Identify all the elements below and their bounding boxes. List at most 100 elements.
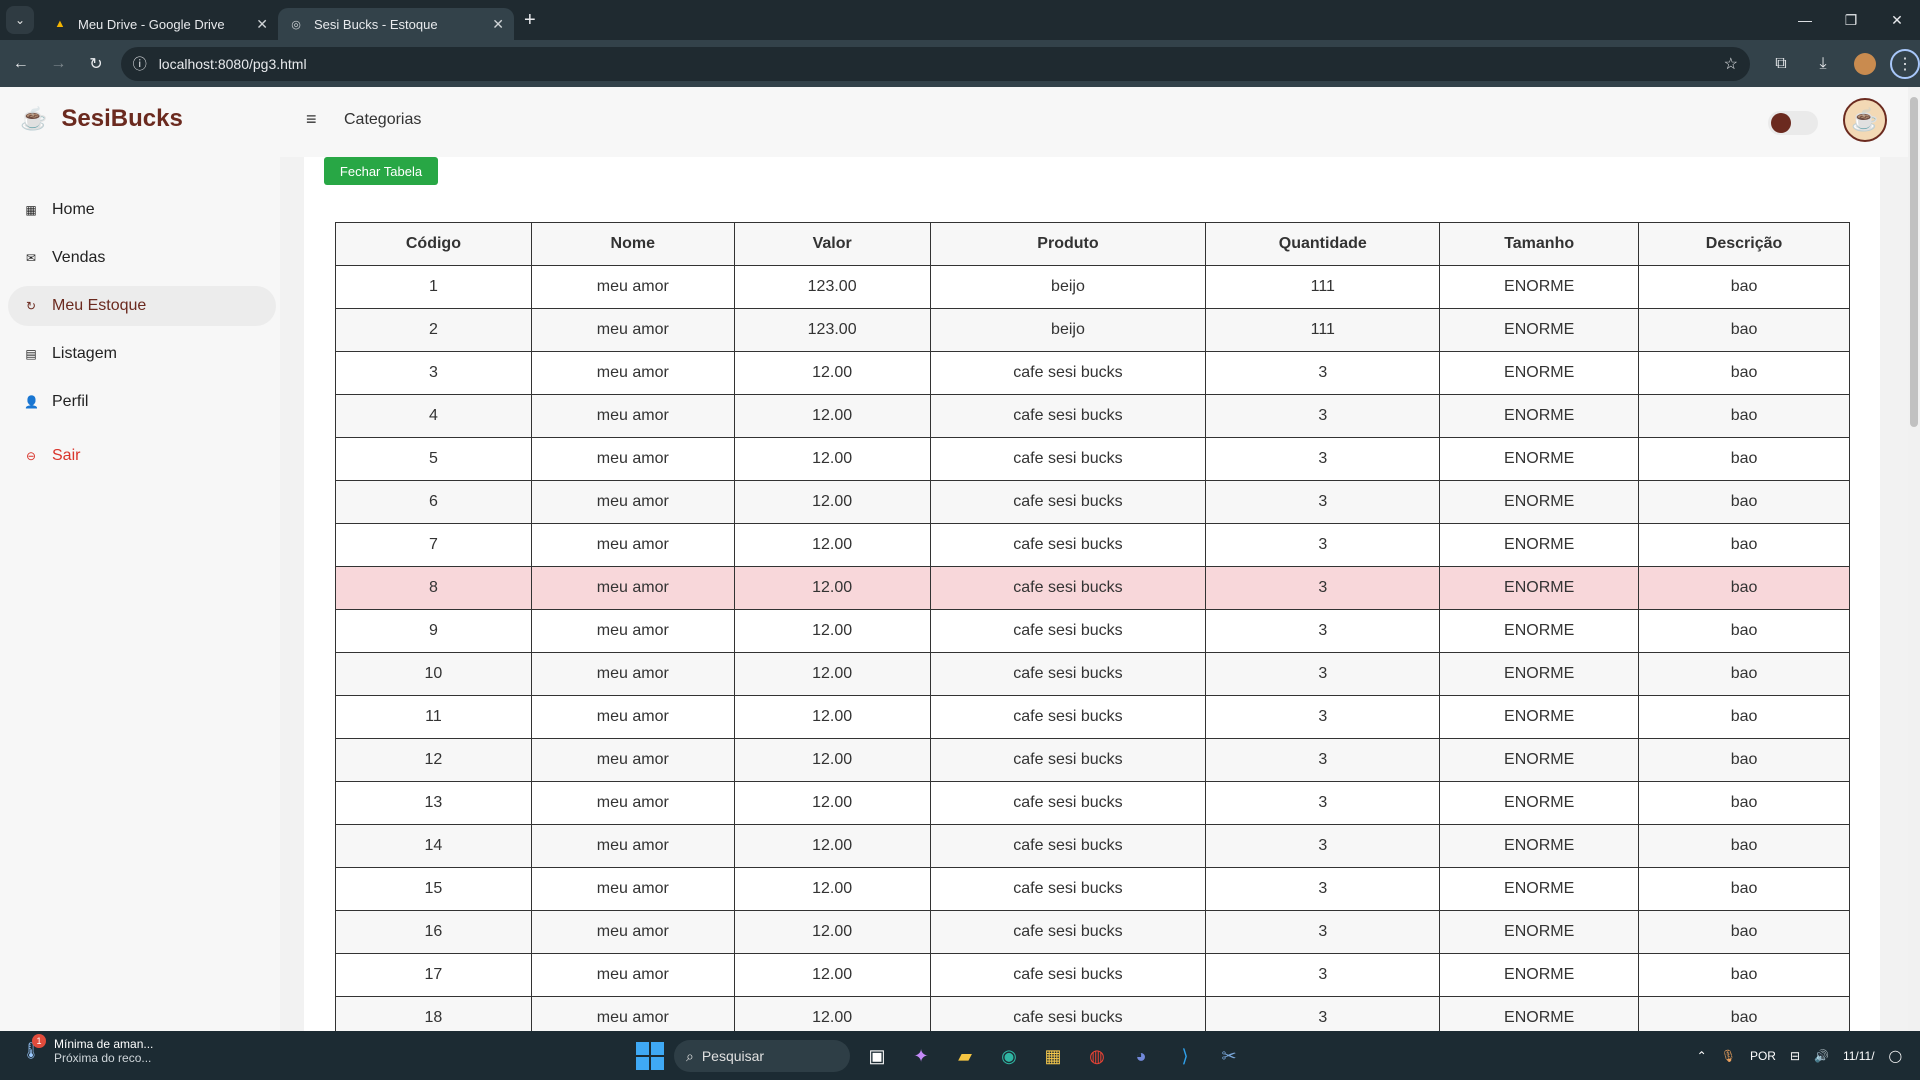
table-row[interactable]: 13 meu amor 12.00 cafe sesi bucks 3 ENORME bao — [335, 781, 1850, 825]
clock[interactable]: 11/11/ — [1843, 1048, 1875, 1064]
snipping-tool-icon[interactable]: ✂ — [1212, 1039, 1246, 1073]
store-icon[interactable]: ▦ — [1036, 1039, 1070, 1073]
page-scrollbar[interactable] — [1908, 87, 1920, 1031]
tab-sesi-bucks[interactable]: ◎ Sesi Bucks - Estoque ✕ — [278, 8, 514, 40]
table-row[interactable]: 7 meu amor 12.00 cafe sesi bucks 3 ENORME bao — [335, 523, 1850, 567]
sidebar-item-vendas[interactable]: ✉ Vendas — [8, 238, 276, 278]
windows-start-icon[interactable] — [636, 1042, 664, 1070]
discord-icon[interactable]: ◕ — [1124, 1039, 1158, 1073]
table-cell: 7 — [335, 523, 532, 567]
table-cell: ENORME — [1439, 695, 1640, 739]
table-row[interactable]: 11 meu amor 12.00 cafe sesi bucks 3 ENORME bao — [335, 695, 1850, 739]
sidebar-item-label: Listagem — [52, 345, 117, 362]
edge-icon[interactable]: ◉ — [992, 1039, 1026, 1073]
close-table-button[interactable]: Fechar Tabela — [324, 157, 438, 185]
avatar[interactable]: ☕ — [1843, 98, 1887, 142]
notification-badge: 1 — [32, 1034, 46, 1048]
sidebar-item-perfil[interactable]: 👤 Perfil — [8, 382, 276, 422]
language-indicator[interactable]: POR — [1750, 1049, 1776, 1063]
sidebar-item-listagem[interactable]: ▤ Listagem — [8, 334, 276, 374]
profile-avatar[interactable] — [1848, 47, 1882, 81]
table-cell: 3 — [1205, 437, 1441, 481]
table-cell: meu amor — [530, 351, 735, 395]
table-row[interactable]: 12 meu amor 12.00 cafe sesi bucks 3 ENORME bao — [335, 738, 1850, 782]
site-info-icon[interactable]: ⓘ — [133, 54, 147, 74]
sidebar-item-label: Meu Estoque — [52, 297, 147, 314]
taskbar-search[interactable]: ⌕ Pesquisar — [674, 1040, 850, 1072]
minimize-icon[interactable]: — — [1782, 0, 1828, 40]
table-cell: bao — [1638, 781, 1850, 825]
hamburger-menu-icon[interactable]: ≡ — [306, 109, 317, 130]
table-cell: bao — [1638, 996, 1850, 1031]
table-cell: bao — [1638, 652, 1850, 696]
table-row[interactable]: 17 meu amor 12.00 cafe sesi bucks 3 ENORME bao — [335, 953, 1850, 997]
col-header: Nome — [530, 222, 735, 266]
close-window-icon[interactable]: ✕ — [1874, 0, 1920, 40]
brand-logo[interactable]: ☕ SesiBucks — [20, 105, 183, 133]
table-cell: meu amor — [530, 566, 735, 610]
tab-search-button[interactable]: ⌄ — [6, 6, 34, 34]
back-icon[interactable]: ← — [4, 47, 38, 81]
logout-button[interactable]: ⊖ Sair — [8, 436, 276, 476]
sidebar-item-home[interactable]: ▦ Home — [8, 190, 276, 230]
forward-icon[interactable]: → — [42, 47, 76, 81]
tab-google-drive[interactable]: ▲ Meu Drive - Google Drive ✕ — [42, 8, 278, 40]
table-cell: bao — [1638, 695, 1850, 739]
table-row[interactable]: 18 meu amor 12.00 cafe sesi bucks 3 ENORME bao — [335, 996, 1850, 1031]
scrollbar-thumb[interactable] — [1910, 97, 1918, 427]
table-cell: 3 — [1205, 824, 1441, 868]
table-row[interactable]: 1 meu amor 123.00 beijo 111 ENORME bao — [335, 265, 1850, 309]
table-row[interactable]: 2 meu amor 123.00 beijo 111 ENORME bao — [335, 308, 1850, 352]
table-row[interactable]: 4 meu amor 12.00 cafe sesi bucks 3 ENORME bao — [335, 394, 1850, 438]
close-tab-icon[interactable]: ✕ — [492, 16, 504, 33]
brand-name: SesiBucks — [61, 105, 183, 132]
table-row[interactable]: 15 meu amor 12.00 cafe sesi bucks 3 ENORME bao — [335, 867, 1850, 911]
table-cell: 16 — [335, 910, 532, 954]
browser-menu-icon[interactable]: ⋮ — [1889, 48, 1920, 79]
table-cell: bao — [1638, 437, 1850, 481]
address-bar[interactable]: ⓘ localhost:8080/pg3.html ☆ — [120, 46, 1750, 81]
sidebar: ☕ SesiBucks ▦ Home ✉ Vendas ↻ Meu Estoqu… — [0, 87, 280, 1031]
copilot-icon[interactable]: ✦ — [904, 1039, 938, 1073]
table-cell: meu amor — [530, 394, 735, 438]
system-tray: ⌃ 🎙 POR ⊟ 🔊 11/11/ ◯ — [1697, 1031, 1902, 1080]
table-row[interactable]: 9 meu amor 12.00 cafe sesi bucks 3 ENORME bao — [335, 609, 1850, 653]
chrome-icon[interactable]: ◍ — [1080, 1039, 1114, 1073]
table-cell: cafe sesi bucks — [929, 437, 1207, 481]
table-cell: 3 — [1205, 523, 1441, 567]
weather-widget[interactable]: 🌡 1 Mínima de aman... Próxima do reco... — [18, 1034, 153, 1065]
close-tab-icon[interactable]: ✕ — [256, 16, 268, 33]
table-row[interactable]: 6 meu amor 12.00 cafe sesi bucks 3 ENORME bao — [335, 480, 1850, 524]
download-icon[interactable]: ⤓ — [1806, 47, 1840, 81]
extensions-icon[interactable]: ⧉ — [1764, 47, 1798, 81]
table-cell: 12.00 — [733, 609, 931, 653]
table-cell: cafe sesi bucks — [929, 996, 1207, 1031]
table-cell: beijo — [929, 308, 1207, 352]
table-cell: cafe sesi bucks — [929, 738, 1207, 782]
volume-icon[interactable]: 🔊 — [1814, 1049, 1829, 1063]
new-tab-button[interactable]: + — [524, 9, 536, 32]
table-row[interactable]: 16 meu amor 12.00 cafe sesi bucks 3 ENORME bao — [335, 910, 1850, 954]
theme-toggle[interactable] — [1768, 111, 1818, 135]
microphone-icon[interactable]: 🎙 — [1721, 1049, 1736, 1063]
table-cell: 3 — [1205, 351, 1441, 395]
sidebar-item-label: Home — [52, 201, 95, 218]
restore-icon[interactable]: ❐ — [1828, 0, 1874, 40]
url-text[interactable]: localhost:8080/pg3.html — [159, 56, 307, 72]
reload-icon[interactable]: ↻ — [79, 47, 113, 81]
table-row[interactable]: 3 meu amor 12.00 cafe sesi bucks 3 ENORME bao — [335, 351, 1850, 395]
table-row[interactable]: 14 meu amor 12.00 cafe sesi bucks 3 ENORME bao — [335, 824, 1850, 868]
bookmark-star-icon[interactable]: ☆ — [1724, 54, 1738, 74]
network-icon[interactable]: ⊟ — [1790, 1049, 1800, 1063]
table-cell: 1 — [335, 265, 532, 309]
task-view-icon[interactable]: ▣ — [860, 1039, 894, 1073]
table-cell: cafe sesi bucks — [929, 480, 1207, 524]
file-explorer-icon[interactable]: ▰ — [948, 1039, 982, 1073]
table-row[interactable]: 8 meu amor 12.00 cafe sesi bucks 3 ENORME bao — [335, 566, 1850, 610]
table-row[interactable]: 10 meu amor 12.00 cafe sesi bucks 3 ENORME bao — [335, 652, 1850, 696]
table-row[interactable]: 5 meu amor 12.00 cafe sesi bucks 3 ENORME bao — [335, 437, 1850, 481]
notifications-icon[interactable]: ◯ — [1889, 1049, 1902, 1063]
sidebar-item-meu-estoque[interactable]: ↻ Meu Estoque — [8, 286, 276, 326]
vscode-icon[interactable]: ⟩ — [1168, 1039, 1202, 1073]
chevron-up-icon[interactable]: ⌃ — [1697, 1049, 1707, 1063]
